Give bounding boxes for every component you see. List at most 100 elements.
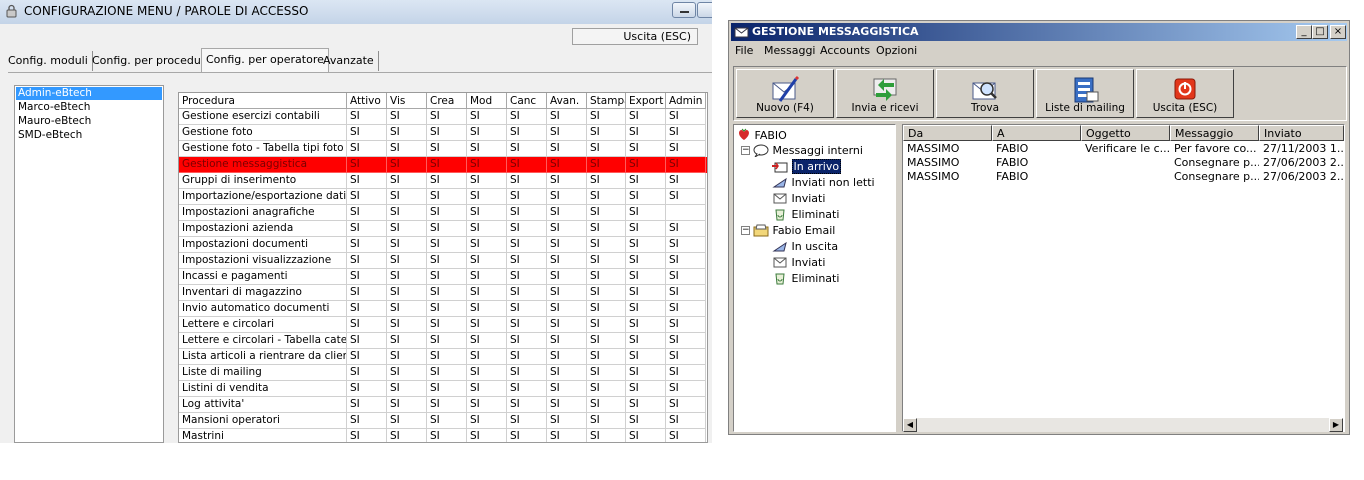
procedure-name-cell[interactable]: Impostazioni visualizzazione [179, 253, 347, 269]
operator-item[interactable]: Admin-eBtech [16, 87, 162, 100]
column-header[interactable]: Export [626, 93, 666, 109]
procedure-name-cell[interactable]: Invio automatico documenti [179, 301, 347, 317]
message-cell[interactable]: FABIO [992, 142, 1081, 156]
permission-cell[interactable]: SI [587, 189, 626, 205]
permission-cell[interactable]: SI [666, 269, 706, 285]
procedure-name-cell[interactable]: Impostazioni anagrafiche [179, 205, 347, 221]
table-row[interactable]: Inventari di magazzino SI SI SI SI SI SI SI SI SI [179, 285, 707, 301]
send-receive-button[interactable]: Invia e ricevi [836, 69, 934, 118]
permission-cell[interactable]: SI [467, 429, 507, 442]
permission-cell[interactable]: SI [547, 109, 587, 125]
permission-cell[interactable]: SI [427, 301, 467, 317]
permission-cell[interactable]: SI [587, 413, 626, 429]
permission-cell[interactable]: SI [467, 381, 507, 397]
permission-cell[interactable]: SI [587, 141, 626, 157]
permission-cell[interactable]: SI [347, 269, 387, 285]
table-row[interactable]: Incassi e pagamenti SI SI SI SI SI SI SI SI SI [179, 269, 707, 285]
tab-config-moduli[interactable]: Config. moduli [4, 51, 93, 71]
column-header[interactable]: Attivo [347, 93, 387, 109]
permission-cell[interactable]: SI [427, 125, 467, 141]
column-header[interactable]: Crea [427, 93, 467, 109]
scroll-left-button[interactable]: ◀ [903, 418, 917, 432]
permission-cell[interactable]: SI [547, 365, 587, 381]
permission-cell[interactable]: SI [626, 237, 666, 253]
permission-cell[interactable]: SI [626, 125, 666, 141]
tree-group-fabio-email[interactable]: Fabio Email [753, 223, 835, 237]
permission-cell[interactable]: SI [427, 349, 467, 365]
minimize-button[interactable] [672, 2, 696, 18]
permission-cell[interactable]: SI [547, 205, 587, 221]
permission-cell[interactable]: SI [347, 253, 387, 269]
permission-cell[interactable]: SI [507, 221, 547, 237]
tree-item-inviati[interactable]: Inviati [772, 191, 825, 205]
column-header[interactable]: Inviato [1259, 125, 1344, 141]
permission-cell[interactable]: SI [427, 141, 467, 157]
permission-cell[interactable]: SI [467, 317, 507, 333]
permission-cell[interactable]: SI [587, 157, 626, 173]
permission-cell[interactable]: SI [507, 365, 547, 381]
permission-cell[interactable]: SI [387, 413, 427, 429]
permission-cell[interactable]: SI [347, 349, 387, 365]
permission-cell[interactable]: SI [347, 285, 387, 301]
permissions-grid[interactable]: ProceduraAttivoVisCreaModCancAvan.Stampa… [178, 92, 708, 443]
permission-cell[interactable]: SI [666, 413, 706, 429]
permission-cell[interactable]: SI [347, 301, 387, 317]
procedure-name-cell[interactable]: Inventari di magazzino [179, 285, 347, 301]
permission-cell[interactable]: SI [467, 157, 507, 173]
table-row[interactable]: Mansioni operatori SI SI SI SI SI SI SI SI SI [179, 413, 707, 429]
table-row[interactable]: Listini di vendita SI SI SI SI SI SI SI SI SI [179, 381, 707, 397]
column-header[interactable]: Stampa [587, 93, 626, 109]
permission-cell[interactable]: SI [507, 397, 547, 413]
permission-cell[interactable]: SI [666, 381, 706, 397]
permission-cell[interactable]: SI [666, 285, 706, 301]
permission-cell[interactable]: SI [347, 125, 387, 141]
permission-cell[interactable]: SI [547, 189, 587, 205]
permission-cell[interactable]: SI [387, 253, 427, 269]
permission-cell[interactable]: SI [387, 221, 427, 237]
permission-cell[interactable]: SI [427, 413, 467, 429]
horizontal-scrollbar[interactable]: ◀ ▶ [903, 418, 1343, 432]
permission-cell[interactable]: SI [666, 109, 706, 125]
procedure-name-cell[interactable]: Liste di mailing [179, 365, 347, 381]
procedure-name-cell[interactable]: Impostazioni documenti [179, 237, 347, 253]
column-header[interactable]: Mod [467, 93, 507, 109]
permission-cell[interactable]: SI [427, 173, 467, 189]
permission-cell[interactable]: SI [467, 173, 507, 189]
table-row[interactable]: Liste di mailing SI SI SI SI SI SI SI SI SI [179, 365, 707, 381]
maximize-button[interactable] [697, 2, 712, 18]
permission-cell[interactable]: SI [547, 349, 587, 365]
permission-cell[interactable]: SI [666, 317, 706, 333]
procedure-name-cell[interactable]: Listini di vendita [179, 381, 347, 397]
tree-item-eliminati[interactable]: Eliminati [772, 207, 839, 221]
permission-cell[interactable]: SI [587, 429, 626, 442]
procedure-name-cell[interactable]: Log attivita' [179, 397, 347, 413]
permission-cell[interactable]: SI [666, 173, 706, 189]
operator-list[interactable]: Admin-eBtech Marco-eBtech Mauro-eBtech S… [14, 85, 164, 443]
permission-cell[interactable]: SI [547, 237, 587, 253]
column-header[interactable]: Canc [507, 93, 547, 109]
permission-cell[interactable]: SI [626, 349, 666, 365]
permission-cell[interactable]: SI [507, 205, 547, 221]
message-cell[interactable]: FABIO [992, 156, 1081, 170]
tab-config-per-operatore[interactable]: Config. per operatore [201, 48, 329, 72]
tree-group-messaggi-interni[interactable]: Messaggi interni [753, 143, 863, 158]
exit-button[interactable]: Uscita (ESC) [572, 28, 698, 45]
permission-cell[interactable]: SI [547, 413, 587, 429]
permission-cell[interactable]: SI [427, 205, 467, 221]
message-cell[interactable]: Consegnare p... [1170, 170, 1259, 184]
permission-cell[interactable]: SI [587, 173, 626, 189]
permission-cell[interactable]: SI [666, 157, 706, 173]
permission-cell[interactable]: SI [626, 253, 666, 269]
permission-cell[interactable]: SI [387, 189, 427, 205]
permission-cell[interactable]: SI [507, 285, 547, 301]
close-button[interactable]: × [1330, 25, 1346, 39]
permission-cell[interactable]: SI [507, 173, 547, 189]
permission-cell[interactable]: SI [666, 301, 706, 317]
tree-item-eliminati[interactable]: Eliminati [772, 271, 839, 285]
table-row[interactable]: Gestione foto SI SI SI SI SI SI SI SI SI [179, 125, 707, 141]
permission-cell[interactable]: SI [587, 237, 626, 253]
permission-cell[interactable]: SI [427, 285, 467, 301]
table-row[interactable]: Log attivita' SI SI SI SI SI SI SI SI SI [179, 397, 707, 413]
permission-cell[interactable]: SI [427, 317, 467, 333]
operator-item[interactable]: Mauro-eBtech [16, 115, 162, 128]
